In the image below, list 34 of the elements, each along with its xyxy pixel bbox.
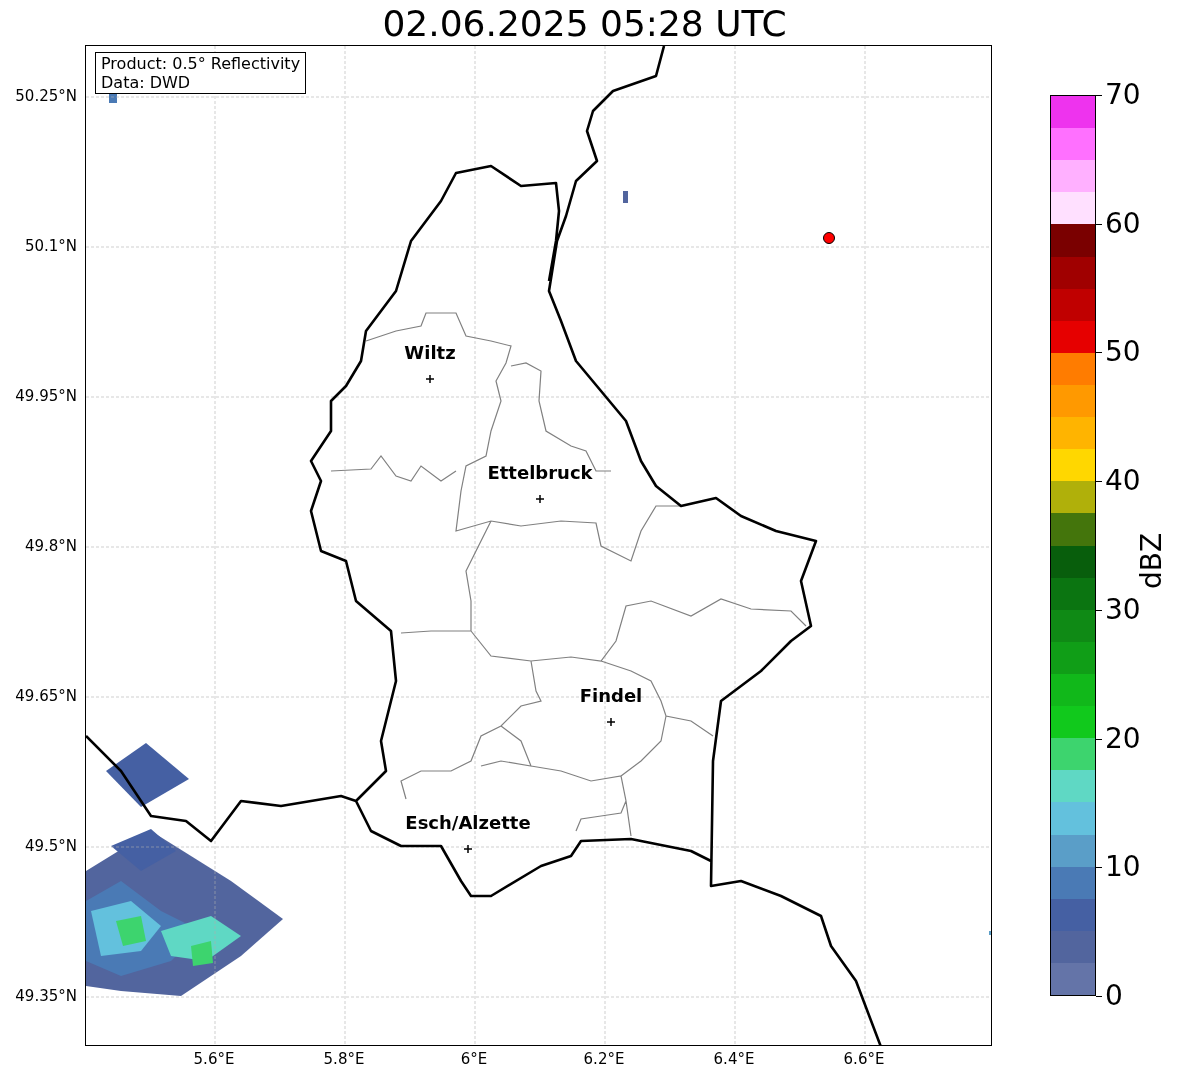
city-marker-icon [425,374,435,384]
axis-label: 6.4°E [713,1050,755,1068]
axis-label: 6°E [460,1050,488,1068]
info-text: Data: DWD [101,73,192,92]
city-marker-icon [535,494,545,504]
scale-title: dBZ [1136,532,1168,590]
axis-label: 49.5°N [24,837,77,855]
city-label: Esch/Alzette [405,813,531,833]
scale-tick-label: 40 [1105,465,1141,498]
axis-label: 49.8°N [24,537,77,555]
axis-label: 50.1°N [24,237,77,255]
location-marker-icon [823,232,835,244]
axis-label: 49.95°N [15,387,77,405]
scale-tick-label: 50 [1105,336,1141,369]
axis-label: 50.25°N [15,87,77,105]
scale-tick-label: 10 [1105,851,1141,884]
axis-label: 5.6°E [193,1050,235,1068]
axis-label: 49.35°N [15,987,77,1005]
city-marker-icon [463,844,473,854]
city-label: Wiltz [404,343,456,363]
scale-tick-label: 70 [1105,79,1141,111]
axis-label: 49.65°N [15,687,77,705]
scale-tick-label: 30 [1105,593,1141,626]
info-text: Product: 0.5° Reflectivity [101,54,301,73]
scale-tick-label: 0 [1105,980,1123,1012]
axis-label: 6.6°E [843,1050,885,1068]
city-label: Findel [579,686,643,706]
scale-tick-label: 20 [1105,722,1141,755]
city-label: Ettelbruck [487,463,593,483]
axis-label: 5.8°E [323,1050,365,1068]
scale-tick-label: 60 [1105,207,1141,240]
chart-title: 02.06.2025 05:28 UTC [382,3,787,45]
city-marker-icon [606,717,616,727]
axis-label: 6.2°E [583,1050,625,1068]
